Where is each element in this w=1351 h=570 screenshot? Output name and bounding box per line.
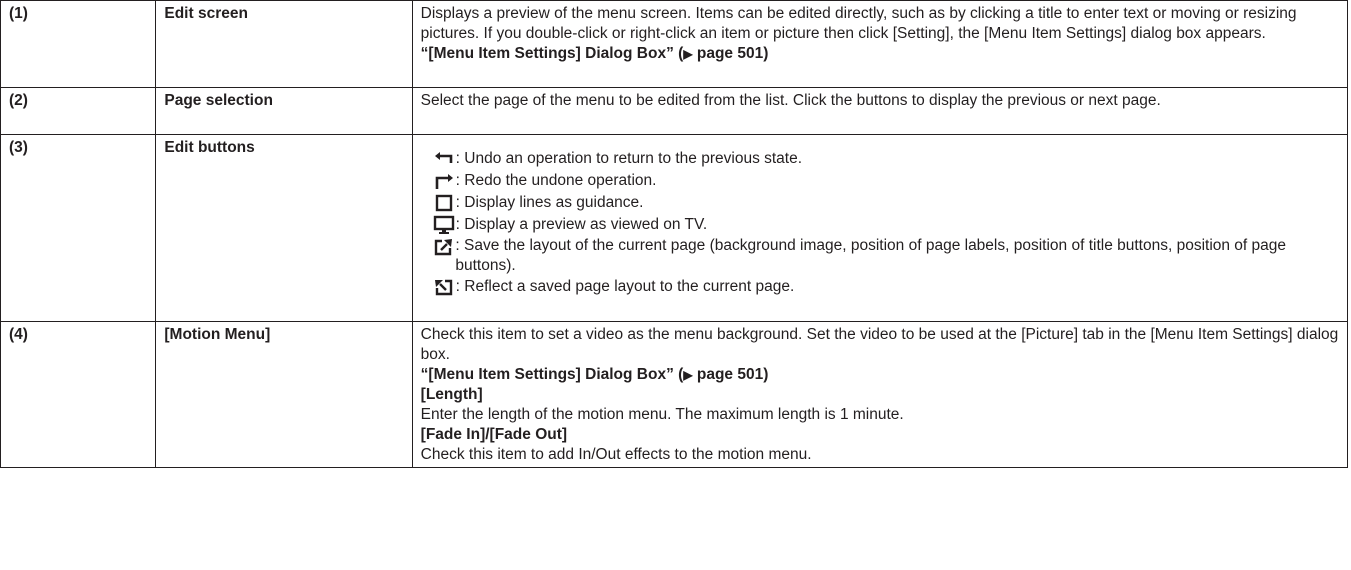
reference-text: “[Menu Item Settings] Dialog Box” ( [420, 366, 684, 383]
reference-page: page 501) [692, 366, 769, 383]
apply-layout-icon [433, 277, 455, 297]
button-description: : Save the layout of the current page (b… [433, 236, 1339, 276]
redo-icon [433, 171, 455, 191]
reference-text: “[Menu Item Settings] Dialog Box” ( [420, 45, 684, 62]
button-description: : Redo the undone operation. [433, 170, 1339, 192]
item-description: Check this item to set a video as the me… [411, 321, 1349, 468]
reference-page: page 501) [692, 45, 769, 62]
button-description-text: : Display a preview as viewed on TV. [455, 216, 708, 233]
row-number: (3) [0, 134, 157, 322]
table-row: (4) [Motion Menu] Check this item to set… [0, 321, 1349, 468]
button-description-text: : Display lines as guidance. [455, 194, 644, 211]
guide-icon [433, 193, 455, 213]
item-name: [Motion Menu] [155, 321, 413, 468]
table-row: (1) Edit screen Displays a preview of th… [0, 0, 1349, 88]
item-name: Edit screen [155, 0, 413, 88]
row-number: (4) [0, 321, 157, 468]
subsection-title: [Length] [420, 386, 483, 403]
save-layout-icon [433, 237, 455, 257]
table-row: (3) Edit buttons : Undo an operation to … [0, 134, 1349, 322]
item-description: Displays a preview of the menu screen. I… [411, 0, 1349, 88]
item-description: Select the page of the menu to be edited… [411, 87, 1349, 135]
button-description-text: : Reflect a saved page layout to the cur… [455, 278, 795, 295]
button-description: : Display a preview as viewed on TV. [433, 214, 1339, 236]
description-text: Check this item to set a video as the me… [420, 326, 1339, 363]
undo-icon [433, 149, 455, 169]
button-description-text: : Save the layout of the current page (b… [455, 237, 1287, 274]
item-name: Page selection [155, 87, 413, 135]
item-name: Edit buttons [155, 134, 413, 322]
table-row: (2) Page selection Select the page of th… [0, 87, 1349, 135]
button-description: : Undo an operation to return to the pre… [433, 148, 1339, 170]
description-text: Displays a preview of the menu screen. I… [420, 5, 1297, 42]
page-reference-link[interactable]: “[Menu Item Settings] Dialog Box” (▶ pag… [421, 365, 1339, 385]
tv-preview-icon [433, 215, 455, 235]
button-description-text: : Undo an operation to return to the pre… [455, 150, 803, 167]
row-number: (1) [0, 0, 157, 88]
row-number: (2) [0, 87, 157, 135]
page-reference-link[interactable]: “[Menu Item Settings] Dialog Box” (▶ pag… [421, 44, 1339, 64]
play-triangle-icon: ▶ [683, 47, 693, 61]
button-description: : Display lines as guidance. [433, 192, 1339, 214]
subsection-text: Enter the length of the motion menu. The… [420, 406, 904, 423]
play-triangle-icon: ▶ [683, 368, 693, 382]
item-description: : Undo an operation to return to the pre… [411, 134, 1349, 322]
menu-edit-items-table: (1) Edit screen Displays a preview of th… [0, 0, 1349, 468]
subsection-title: [Fade In]/[Fade Out] [420, 426, 568, 443]
button-description: : Reflect a saved page layout to the cur… [433, 276, 1339, 298]
button-description-text: : Redo the undone operation. [455, 172, 657, 189]
subsection-text: Check this item to add In/Out effects to… [420, 446, 812, 463]
